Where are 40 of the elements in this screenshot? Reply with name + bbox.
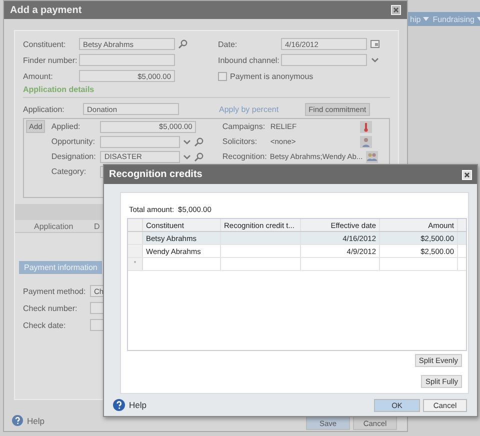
calendar-icon[interactable]	[370, 39, 380, 49]
input-field[interactable]	[79, 54, 175, 66]
dialog-title: Add a payment	[10, 4, 82, 16]
help-link[interactable]: Help	[129, 400, 146, 410]
field-label: Amount:	[23, 72, 54, 80]
close-icon[interactable]	[391, 5, 401, 15]
column-header: Application	[34, 222, 74, 230]
field-label: Finder number:	[23, 56, 76, 64]
person-icon[interactable]	[360, 136, 372, 148]
help-icon[interactable]	[12, 415, 23, 426]
field-label: Application:	[23, 104, 66, 114]
input-field[interactable]	[100, 136, 180, 148]
field-label: Recognition:	[222, 152, 267, 161]
field-label: Campaigns:	[222, 122, 266, 131]
input-field[interactable]	[281, 54, 367, 66]
field-label: Check number:	[23, 304, 78, 312]
caret-icon	[422, 17, 429, 21]
search-icon[interactable]	[178, 39, 188, 49]
search-icon[interactable]	[194, 136, 204, 146]
field-label: Date:	[218, 40, 238, 48]
dropdown-icon[interactable]	[370, 55, 380, 65]
field-label: Inbound channel:	[218, 56, 278, 64]
thermometer-icon[interactable]	[360, 120, 372, 132]
field-label: Designation:	[51, 152, 97, 161]
field-label: Check date:	[23, 320, 67, 330]
field-label: Applied:	[51, 122, 82, 131]
dialog-title: Recognition credits	[109, 169, 202, 180]
checkbox-label: Payment is anonymous	[230, 72, 314, 80]
checkbox[interactable]	[218, 72, 227, 80]
help-link[interactable]: Help	[27, 416, 44, 426]
help-icon[interactable]	[113, 399, 125, 411]
field-label: Constituent:	[23, 40, 67, 48]
field-label: Payment method:	[23, 286, 87, 296]
field-label: Opportunity:	[51, 137, 96, 146]
field-label: Category:	[51, 167, 88, 176]
people-icon[interactable]	[366, 150, 378, 162]
column-header: D	[94, 222, 100, 230]
section-title: Application details	[23, 85, 390, 98]
field-label: Solicitors:	[222, 137, 258, 146]
search-icon[interactable]	[194, 152, 204, 162]
